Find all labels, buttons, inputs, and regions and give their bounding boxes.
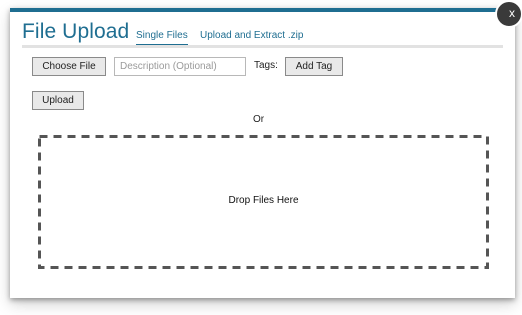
tags-label: Tags: — [254, 60, 278, 71]
description-input[interactable] — [114, 57, 246, 76]
close-button[interactable]: x — [495, 0, 522, 28]
choose-file-button[interactable]: Choose File — [32, 57, 106, 76]
file-upload-dialog: x File Upload Single Files Upload and Ex… — [10, 0, 522, 298]
dialog-accent-bar — [10, 8, 515, 12]
tab-upload-extract-zip[interactable]: Upload and Extract .zip — [200, 30, 303, 44]
dialog-title: File Upload — [22, 20, 130, 43]
add-tag-button[interactable]: Add Tag — [285, 57, 343, 76]
tab-divider — [22, 45, 503, 48]
page: x File Upload Single Files Upload and Ex… — [0, 0, 522, 315]
drop-zone[interactable]: Drop Files Here — [38, 135, 489, 269]
or-divider-text: Or — [253, 114, 265, 125]
drop-zone-label: Drop Files Here — [228, 195, 299, 206]
upload-button[interactable]: Upload — [32, 91, 84, 110]
tab-single-files[interactable]: Single Files — [136, 30, 188, 46]
close-icon: x — [509, 6, 515, 20]
